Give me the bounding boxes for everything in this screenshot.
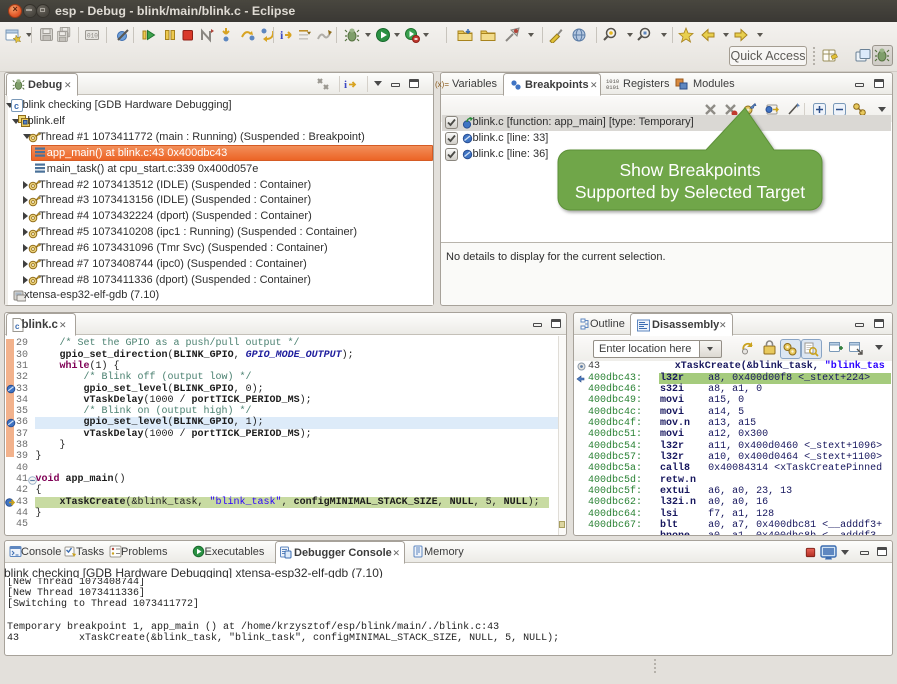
- svg-text:i: i: [344, 79, 347, 91]
- svg-text:c: c: [15, 322, 20, 331]
- svg-text:0101: 0101: [606, 84, 620, 91]
- svg-text:Show Breakpoints: Show Breakpoints: [619, 160, 760, 180]
- svg-text:Supported by Selected Target: Supported by Selected Target: [575, 182, 805, 202]
- svg-text:(x)=: (x)=: [435, 80, 449, 89]
- svg-text:c: c: [14, 101, 19, 111]
- svg-text:010: 010: [87, 33, 98, 40]
- svg-text:i: i: [280, 28, 284, 42]
